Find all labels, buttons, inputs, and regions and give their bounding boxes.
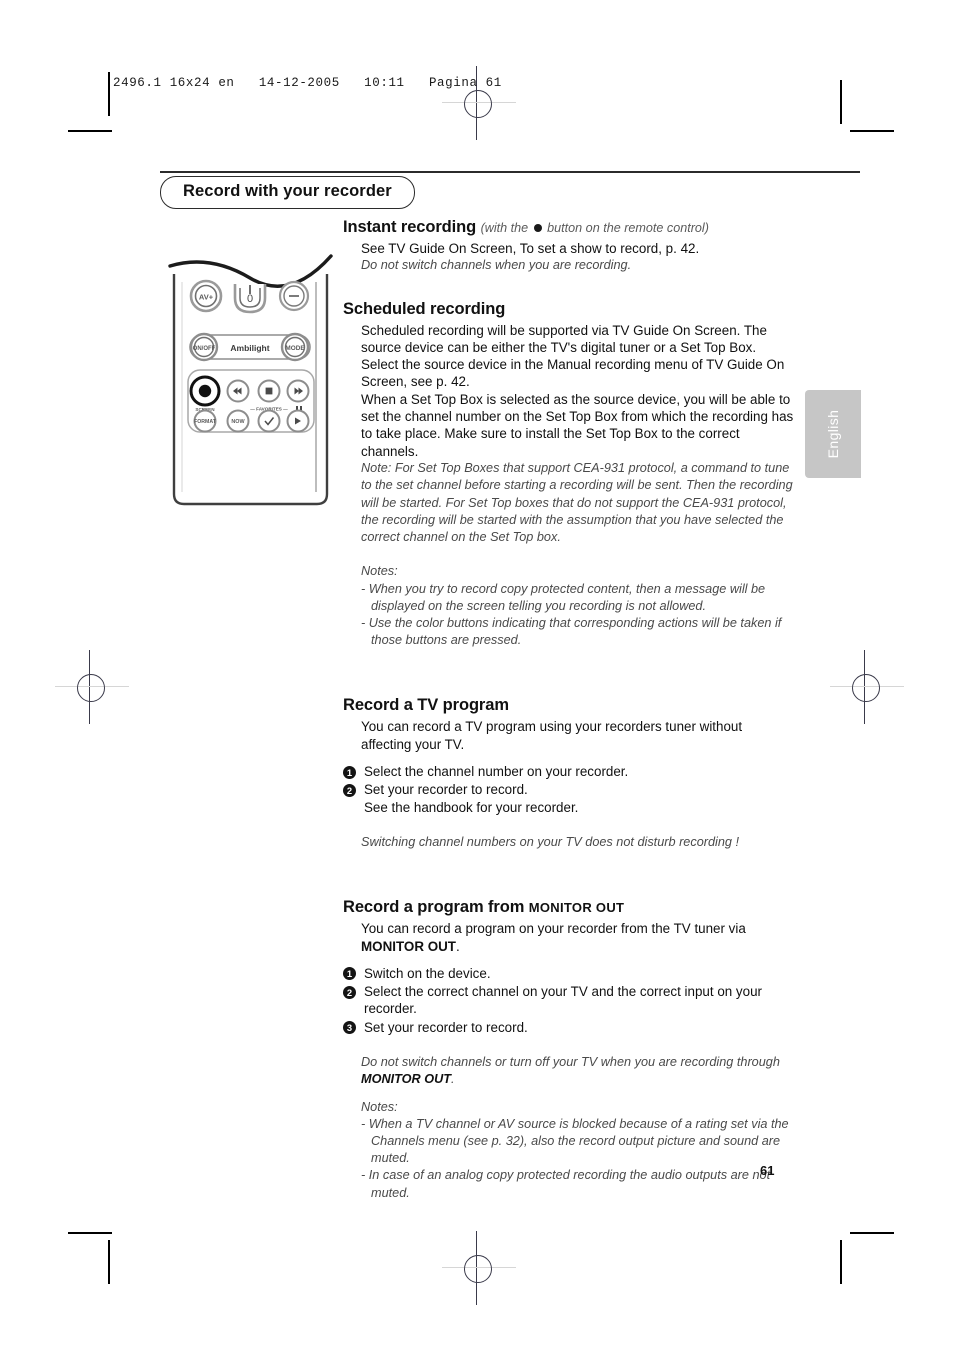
remote-button-stop (257, 379, 281, 403)
heading-instant-recording: Instant recording (with the button on th… (343, 218, 795, 237)
remote-button-ok (257, 409, 281, 433)
notes-label: Notes: (361, 564, 398, 579)
step-number: 1 (343, 967, 356, 981)
remote-button-record (189, 375, 221, 407)
list-item: 1 Select the channel number on your reco… (343, 763, 795, 780)
svg-text:MODE: MODE (285, 345, 305, 352)
scheduled-recording-notes: Notes: - When you try to record copy pro… (361, 563, 795, 649)
step-text: Select the channel number on your record… (364, 764, 629, 780)
remote-button-onoff: ON/OFF (189, 332, 219, 362)
note-item: - In case of an analog copy protected re… (361, 1168, 771, 1200)
record-tv-body: You can record a TV program using your r… (361, 719, 743, 752)
notes-label: Notes: (361, 1099, 398, 1114)
record-monitor-warning-pre: Do not switch channels or turn off your … (361, 1055, 780, 1070)
remote-button-av-plus: AV+ (189, 279, 223, 313)
remote-button-play (286, 409, 310, 433)
manual-page: Record with your recorder English AV+ 0 (0, 0, 954, 1351)
heading-record-monitor-out-main: Record a program from (343, 898, 525, 917)
remote-button-now: NOW (226, 409, 250, 433)
record-tv-steps: 1 Select the channel number on your reco… (343, 763, 795, 816)
record-monitor-notes: Notes: - When a TV channel or AV source … (361, 1099, 795, 1202)
paren-post: button on the remote control) (547, 221, 709, 235)
remote-ambilight-row: ON/OFF Ambilight MODE (189, 332, 311, 362)
record-monitor-steps: 1 Switch on the device. 2 Select the cor… (343, 965, 795, 1036)
paren-pre: (with the (480, 221, 529, 235)
list-item: 1 Switch on the device. (343, 965, 795, 982)
heading-record-tv-program: Record a TV program (343, 696, 509, 715)
step-text: Switch on the device. (364, 965, 491, 981)
step-text: Set your recorder to record. (364, 1019, 528, 1035)
record-tv-italic: Switching channel numbers on your TV doe… (361, 834, 740, 849)
heading-instant-recording-text: Instant recording (343, 218, 477, 236)
record-monitor-warning-bold: MONITOR OUT (361, 1072, 451, 1087)
step-text: Set your recorder to record. See the han… (364, 782, 579, 815)
step-number: 3 (343, 1021, 356, 1035)
record-monitor-body-post: . (455, 938, 460, 954)
content-column: Instant recording (with the button on th… (343, 218, 795, 1202)
record-monitor-warning: Do not switch channels or turn off your … (361, 1054, 795, 1089)
remote-button-minus (278, 280, 310, 312)
step-text: Select the correct channel on your TV an… (364, 984, 762, 1017)
list-item: 2 Set your recorder to record. See the h… (343, 781, 795, 816)
language-tab: English (805, 390, 861, 478)
remote-control-illustration: AV+ 0 ON/OFF Ambilight MODE — FAVORITES … (168, 252, 333, 517)
heading-record-monitor-out: Record a program from MONITOR OUT (343, 898, 795, 917)
chapter-title: Record with your recorder (160, 176, 415, 209)
step-number: 1 (343, 765, 356, 779)
remote-button-rewind (226, 379, 250, 403)
scheduled-recording-paragraph-1: Scheduled recording will be supported vi… (361, 322, 785, 390)
svg-text:Ambilight: Ambilight (230, 343, 269, 353)
svg-text:ON/OFF: ON/OFF (193, 346, 216, 352)
list-item: 3 Set your recorder to record. (343, 1019, 795, 1036)
page-number: 61 (760, 1163, 775, 1178)
record-monitor-warning-post: . (450, 1072, 455, 1087)
step-number: 2 (343, 985, 356, 999)
header-rule (160, 171, 860, 174)
remote-button-fast-forward (286, 379, 310, 403)
note-item: - Use the color buttons indicating that … (361, 616, 782, 648)
record-monitor-body: You can record a program on your recorde… (361, 920, 795, 955)
record-dot-icon (533, 224, 542, 233)
svg-text:0: 0 (247, 293, 253, 305)
list-item: 2 Select the correct channel on your TV … (343, 983, 795, 1018)
instant-recording-italic: Do not switch channels when you are reco… (361, 258, 632, 273)
remote-button-screen-format: FORMAT (193, 409, 217, 433)
note-item: - When a TV channel or AV source is bloc… (361, 1116, 789, 1166)
instant-recording-body: See TV Guide On Screen, To set a show to… (361, 241, 700, 256)
heading-record-monitor-out-smallcaps: MONITOR OUT (528, 900, 625, 916)
svg-text:FORMAT: FORMAT (194, 419, 217, 425)
scheduled-recording-note: Note: For Set Top Boxes that support CEA… (361, 460, 793, 545)
note-item: - When you try to record copy protected … (361, 581, 766, 613)
heading-scheduled-recording: Scheduled recording (343, 299, 506, 318)
remote-button-mute: 0 (233, 284, 267, 314)
step-number: 2 (343, 783, 356, 797)
heading-instant-recording-note: (with the button on the remote control) (481, 221, 709, 235)
record-monitor-body-bold: MONITOR OUT (361, 938, 456, 954)
svg-text:AV+: AV+ (199, 293, 214, 302)
language-tab-label: English (825, 409, 841, 459)
remote-button-mode: MODE (280, 332, 310, 362)
scheduled-recording-paragraph-2: When a Set Top Box is selected as the so… (361, 391, 794, 459)
remote-transport-panel: SCREEN — FAVORITES — FORMAT NOW (187, 369, 315, 433)
record-monitor-body-pre: You can record a program on your recorde… (361, 921, 746, 937)
svg-text:NOW: NOW (231, 419, 245, 425)
